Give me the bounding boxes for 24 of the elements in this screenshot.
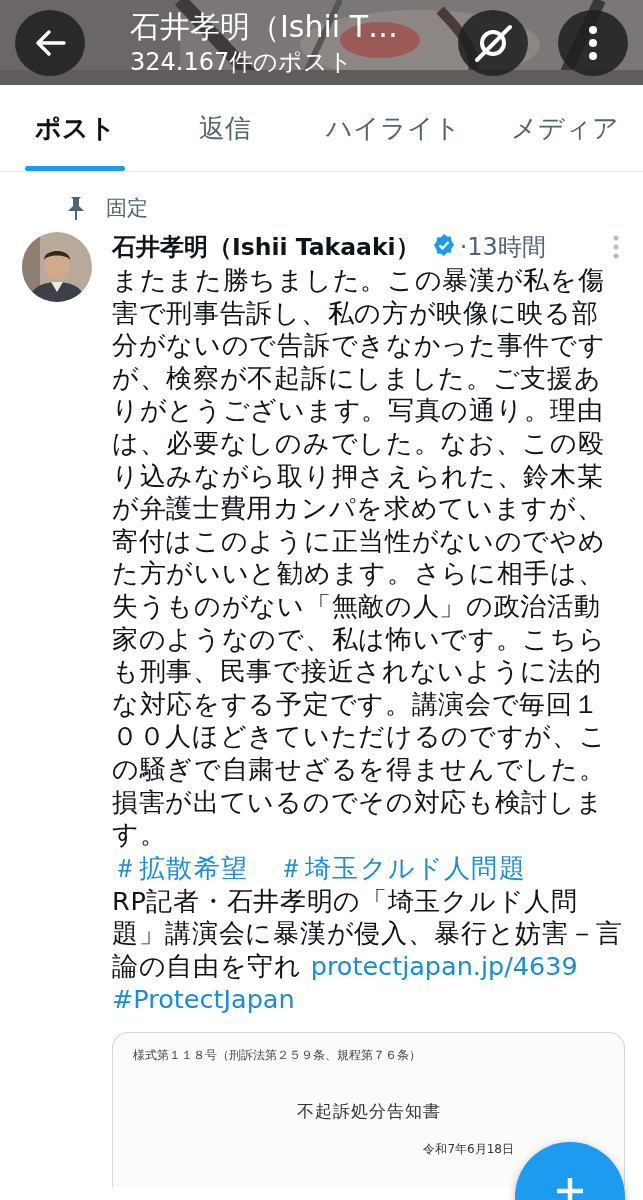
document-title: 不起訴処分告知書 <box>295 1100 442 1124</box>
link-text: RP記者・石井孝明の「埼玉クルド人問題」講演会に暴漢が侵入、暴行と妨害－言論の自由を守れ protectjapan.jp/4639 <box>112 884 624 983</box>
slashed-circle-icon <box>473 22 513 63</box>
document-image[interactable]: 様式第１１８号（刑訴法第２５９条、規程第７６条） 不起訴処分告知書 令和7年6月18日 <box>112 1032 625 1188</box>
tab[interactable]: ハイライト <box>300 85 486 171</box>
tab[interactable]: ポスト <box>0 85 150 171</box>
back-arrow-icon <box>34 28 66 57</box>
post-text: またまた勝ちました。この暴漢が私を傷害で刑事告訴し、私の方が映像に映る部分がないので告訴できなかった事件ですが、検察が不起訴にしました。ご支援ありがとうございます。写真の通り。理由は、必要なしのみでした。なお、この殴り込みながら取り押さえられた、鈴木某が弁護士費用カンパを求めていますが、寄付はこのように正当性がないのでやめた方がいいと勧めます。さらに相手は、失うものがない「無敵の人」の政治活動家のようなので、私は怖いです。こちらも刑事、民事で接近されないように法的な対応をする予定です。講演会で毎回１００人ほどきていただけるのですが、この騒ぎで自粛せざるを得ませんでした。損害が出ているのでその対応も検討します。 <box>112 264 608 851</box>
profile-title: 石井孝明（Ishii T… <box>130 7 400 46</box>
plus-icon <box>555 1176 585 1200</box>
more-icon <box>588 24 598 61</box>
hashtag-link[interactable]: #ProtectJapan <box>112 982 295 1017</box>
post-count: 324.167件のポスト <box>130 46 355 78</box>
author-name[interactable]: 石井孝明（Ishii Takaaki） <box>112 231 420 263</box>
hashtag-link[interactable]: ＃埼玉クルド人問題 <box>278 850 526 885</box>
pinned-label: 固定 <box>106 195 148 222</box>
pin-icon <box>66 196 86 220</box>
tab[interactable]: 返信 <box>150 85 300 171</box>
url-link[interactable]: protectjapan.jp/4639 <box>310 950 578 981</box>
tab[interactable]: メディア <box>486 85 643 171</box>
hashtag-link[interactable]: ＃拡散希望 <box>112 850 248 885</box>
form-number: 様式第１１８号（刑訴法第２５９条、規程第７６条） <box>132 1047 422 1065</box>
document-date: 令和7年6月18日 <box>423 1141 514 1159</box>
post-time: ·13時間 <box>459 232 546 263</box>
